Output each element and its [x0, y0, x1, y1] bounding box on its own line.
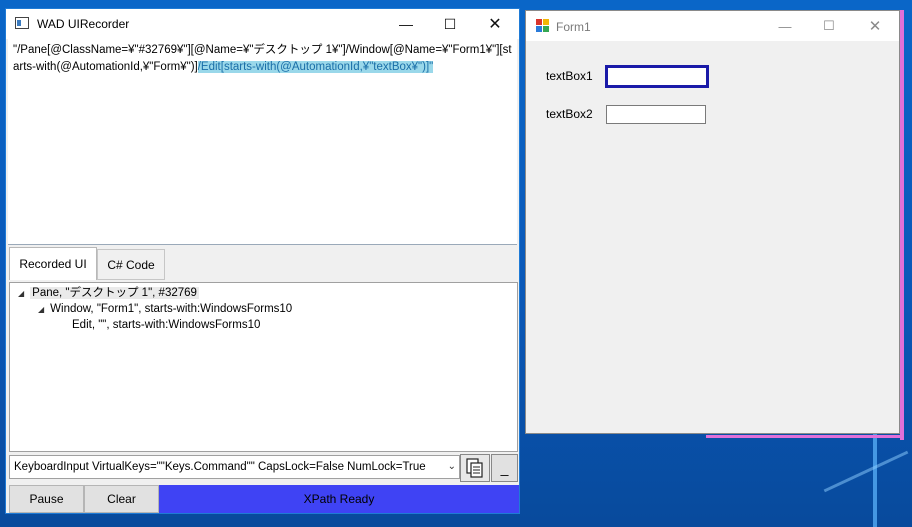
textbox1-input[interactable]	[605, 65, 709, 88]
status-bar: XPath Ready	[159, 485, 519, 513]
xpath-selected-text: /Edit[starts-with(@AutomationId,¥"textBo…	[197, 61, 434, 73]
recorder-window: WAD UIRecorder — ☐ ✕ "/Pane[@ClassName=¥…	[5, 8, 520, 514]
close-button[interactable]: ✕	[852, 11, 898, 41]
tab-csharp-code[interactable]: C# Code	[97, 249, 165, 280]
pause-button[interactable]: Pause	[9, 485, 84, 513]
expanded-triangle-icon[interactable]: ◢	[38, 305, 44, 314]
chevron-down-icon[interactable]: ⌄	[448, 456, 456, 478]
clear-button[interactable]: Clear	[84, 485, 159, 513]
textbox1-label: textBox1	[546, 69, 593, 83]
minimize-panel-button[interactable]: _	[491, 454, 518, 482]
copy-icon	[466, 458, 483, 478]
recorded-input-combobox[interactable]: KeyboardInput VirtualKeys=""Keys.Command…	[9, 455, 460, 479]
element-highlight-frame	[900, 10, 904, 440]
expanded-triangle-icon[interactable]: ◢	[18, 289, 24, 298]
copy-button[interactable]	[460, 454, 490, 482]
form1-titlebar[interactable]: Form1 — ☐ ✕	[526, 11, 899, 41]
wallpaper-light-beam	[823, 450, 909, 493]
tree-item-label: Edit, "", starts-with:WindowsForms10	[72, 319, 261, 331]
tree-item-window[interactable]: ◢ Window, "Form1", starts-with:WindowsFor…	[38, 301, 292, 317]
tree-item-label: Window, "Form1", starts-with:WindowsForm…	[50, 303, 293, 315]
close-button[interactable]: ✕	[472, 9, 518, 39]
tree-item-label: Pane, "デスクトップ 1", #32769	[30, 287, 199, 299]
tree-item-pane[interactable]: ◢ Pane, "デスクトップ 1", #32769	[18, 285, 199, 301]
window-title: WAD UIRecorder	[37, 17, 130, 31]
maximize-button[interactable]: ☐	[427, 9, 473, 39]
xpath-textbox[interactable]: "/Pane[@ClassName=¥"#32769¥"][@Name=¥"デス…	[8, 39, 517, 245]
textbox2-input[interactable]	[606, 105, 706, 124]
recorded-ui-tree[interactable]: ◢ Pane, "デスクトップ 1", #32769 ◢ Window, "Form…	[9, 282, 518, 452]
form1-window: Form1 — ☐ ✕ textBox1 textBox2	[525, 10, 900, 434]
recorder-titlebar[interactable]: WAD UIRecorder — ☐ ✕	[6, 9, 519, 39]
tree-item-edit[interactable]: Edit, "", starts-with:WindowsForms10	[72, 317, 260, 333]
textbox2-label: textBox2	[546, 107, 593, 121]
minimize-button[interactable]: —	[383, 9, 429, 39]
minimize-button[interactable]: —	[762, 11, 808, 41]
form-app-icon	[536, 19, 549, 32]
maximize-button[interactable]: ☐	[806, 11, 852, 41]
tab-recorded-ui[interactable]: Recorded UI	[9, 247, 97, 280]
form1-title: Form1	[556, 20, 591, 34]
recorded-input-text: KeyboardInput VirtualKeys=""Keys.Command…	[14, 461, 426, 473]
app-window-icon	[15, 17, 29, 29]
